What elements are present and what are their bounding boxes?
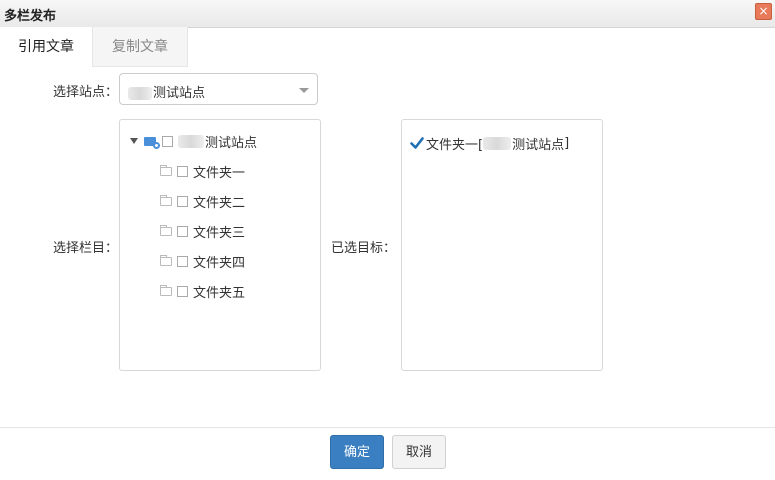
tree-root-label: 测试站点 (205, 135, 258, 151)
tree-root-node[interactable]: 测试站点 (130, 131, 257, 151)
tree-node[interactable]: 文件夹五 (160, 281, 245, 301)
columns-label: 选择栏目： (53, 241, 119, 256)
column-tree-panel: 测试站点 文件夹一 文件夹二 文件夹三 文件夹四 文件夹五 (119, 119, 321, 371)
folder-icon (160, 224, 172, 236)
tree-root-checkbox[interactable] (162, 135, 173, 147)
site-folder-icon (144, 135, 160, 149)
tree-node[interactable]: 文件夹四 (160, 251, 245, 271)
targets-label: 已选目标： (331, 241, 397, 256)
selected-target-site: 测试站点 (512, 137, 565, 153)
folder-icon (160, 194, 172, 206)
site-select[interactable]: 测试站点 (119, 73, 318, 105)
selected-targets-panel: 文件夹一[ 测试站点 ] (401, 119, 603, 371)
dialog-title: 多栏发布 (4, 9, 57, 24)
folder-icon (160, 164, 172, 176)
multi-column-publish-dialog: 多栏发布 × 引用文章 复制文章 选择站点： 测试站点 选择栏目： 测试站点 文… (0, 0, 775, 480)
footer-divider (0, 427, 775, 428)
checkmark-icon[interactable] (410, 136, 424, 150)
tree-node-label: 文件夹四 (193, 255, 246, 271)
tree-node[interactable]: 文件夹三 (160, 221, 245, 241)
confirm-button[interactable]: 确定 (330, 435, 384, 469)
redacted-text (178, 134, 204, 148)
tree-node-label: 文件夹三 (193, 225, 246, 241)
cancel-button[interactable]: 取消 (392, 435, 446, 469)
selected-target-item[interactable]: 文件夹一[ 测试站点 ] (410, 133, 569, 153)
tree-node-label: 文件夹一 (193, 165, 246, 181)
folder-icon (160, 254, 172, 266)
tree-node-checkbox[interactable] (177, 255, 188, 267)
site-label: 选择站点： (53, 85, 119, 100)
selected-target-prefix: 文件夹一[ (426, 137, 484, 153)
tree-node-checkbox[interactable] (177, 285, 188, 297)
tree-node-checkbox[interactable] (177, 195, 188, 207)
tree-expand-icon[interactable] (130, 138, 138, 144)
site-select-value: 测试站点 (128, 82, 205, 101)
folder-icon (160, 284, 172, 296)
tab-copy-article[interactable]: 复制文章 (93, 27, 188, 67)
tree-node[interactable]: 文件夹一 (160, 161, 245, 181)
tree-node-checkbox[interactable] (177, 165, 188, 177)
tree-node-label: 文件夹二 (193, 195, 246, 211)
close-button[interactable]: × (755, 3, 772, 20)
tab-quote-article[interactable]: 引用文章 (0, 27, 93, 67)
redacted-text (483, 136, 512, 150)
titlebar: 多栏发布 × (0, 0, 775, 28)
selected-target-suffix: ] (564, 135, 570, 151)
chevron-down-icon (299, 88, 309, 93)
redacted-text (128, 87, 152, 100)
close-icon: × (758, 4, 769, 18)
tree-node-label: 文件夹五 (193, 285, 246, 301)
tab-bar: 引用文章 复制文章 (0, 27, 775, 67)
tree-node[interactable]: 文件夹二 (160, 191, 245, 211)
tree-node-checkbox[interactable] (177, 225, 188, 237)
